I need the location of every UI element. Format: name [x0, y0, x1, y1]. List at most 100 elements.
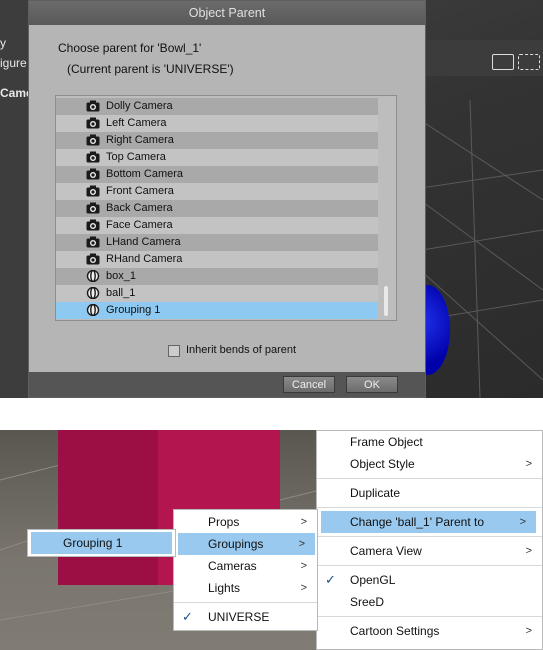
list-item-label: Back Camera: [106, 202, 173, 214]
prop-icon: [86, 269, 100, 283]
menu-item-label: Frame Object: [350, 435, 423, 449]
list-item[interactable]: RHand Camera: [56, 251, 378, 268]
cancel-button[interactable]: Cancel: [283, 376, 335, 393]
top-screenshot-panel: y igure Came Object Parent Choose parent…: [0, 0, 543, 398]
menu-item-label: Grouping 1: [63, 536, 123, 550]
current-parent-text: (Current parent is 'UNIVERSE'): [67, 62, 234, 76]
parent-submenu: Props > Groupings > Cameras > Lights > ✓ UNIV…: [173, 509, 318, 631]
menu-item-label: Camera View: [350, 544, 422, 558]
submenu-arrow-icon: >: [300, 516, 307, 528]
list-item-label: Right Camera: [106, 134, 174, 146]
list-item[interactable]: Dolly Camera: [56, 98, 378, 115]
menu-separator: [174, 602, 317, 603]
list-item-label: LHand Camera: [106, 236, 181, 248]
camera-icon: [86, 117, 100, 129]
dialog-title: Object Parent: [29, 1, 425, 25]
check-icon: ✓: [325, 572, 336, 587]
list-item[interactable]: ball_1: [56, 285, 378, 302]
submenu-arrow-icon: >: [519, 516, 526, 528]
list-item-label: box_1: [106, 270, 136, 282]
list-item[interactable]: Back Camera: [56, 200, 378, 217]
camera-icon: [86, 253, 100, 265]
viewport-toolbar: [422, 40, 543, 76]
list-item[interactable]: Top Camera: [56, 149, 378, 166]
list-item[interactable]: Grouping 1: [56, 302, 378, 319]
submenu-arrow-icon: >: [525, 458, 532, 470]
list-item[interactable]: Left Camera: [56, 115, 378, 132]
list-scrollbar[interactable]: [378, 96, 396, 320]
list-item-label: ball_1: [106, 287, 136, 299]
left-label-1: y: [0, 36, 6, 50]
menu-separator: [317, 616, 542, 617]
list-item[interactable]: Bottom Camera: [56, 166, 378, 183]
camera-icon: [86, 185, 100, 197]
list-item-label: RHand Camera: [106, 253, 183, 265]
menu-item-label: SreeD: [350, 595, 385, 609]
menu-item-label: Change 'ball_1' Parent to: [350, 515, 485, 529]
menu-separator: [317, 536, 542, 537]
list-item[interactable]: Front Camera: [56, 183, 378, 200]
list-item[interactable]: LHand Camera: [56, 234, 378, 251]
list-item[interactable]: Right Camera: [56, 132, 378, 149]
bottom-screenshot-panel: Frame Object Object Style > Duplicate Cha…: [0, 430, 543, 650]
list-item[interactable]: box_1: [56, 268, 378, 285]
camera-icon: [86, 151, 100, 163]
list-item-label: Dolly Camera: [106, 100, 173, 112]
submenu-arrow-icon: >: [525, 545, 532, 557]
camera-control-icon[interactable]: [492, 54, 514, 70]
menu-item-frame-object[interactable]: Frame Object: [317, 431, 542, 453]
menu-item-label: UNIVERSE: [208, 610, 270, 624]
menu-item-opengl[interactable]: ✓ OpenGL: [317, 569, 542, 591]
submenu-item-groupings[interactable]: Groupings >: [178, 533, 315, 555]
list-item-label: Grouping 1: [106, 304, 161, 316]
context-menu-main: Frame Object Object Style > Duplicate Cha…: [316, 430, 543, 650]
menu-item-label: Cameras: [208, 559, 257, 573]
menu-item-cartoon-settings[interactable]: Cartoon Settings >: [317, 620, 542, 642]
menu-item-object-style[interactable]: Object Style >: [317, 453, 542, 475]
submenu-item-grouping-1[interactable]: Grouping 1: [31, 532, 172, 554]
submenu-item-universe[interactable]: ✓ UNIVERSE: [174, 606, 317, 628]
menu-item-duplicate[interactable]: Duplicate: [317, 482, 542, 504]
submenu-item-lights[interactable]: Lights >: [174, 577, 317, 599]
submenu-item-cameras[interactable]: Cameras >: [174, 555, 317, 577]
prop-icon: [86, 286, 100, 300]
menu-item-camera-view[interactable]: Camera View >: [317, 540, 542, 562]
select-region-icon[interactable]: [518, 54, 540, 70]
list-item[interactable]: Face Camera: [56, 217, 378, 234]
scrollbar-thumb[interactable]: [384, 286, 388, 316]
list-item-label: Bottom Camera: [106, 168, 184, 180]
inherit-bends-checkbox[interactable]: [168, 345, 180, 357]
camera-icon: [86, 202, 100, 214]
groupings-submenu: Grouping 1: [27, 529, 176, 557]
menu-item-label: Cartoon Settings: [350, 624, 440, 638]
parent-list[interactable]: Dolly Camera Left Camera Right Camera Top C…: [55, 95, 397, 321]
list-item-label: Face Camera: [106, 219, 173, 231]
inherit-bends-label: Inherit bends of parent: [186, 344, 297, 356]
check-icon: ✓: [182, 609, 193, 624]
ok-button[interactable]: OK: [346, 376, 398, 393]
submenu-arrow-icon: >: [300, 582, 307, 594]
submenu-arrow-icon: >: [300, 560, 307, 572]
submenu-arrow-icon: >: [525, 625, 532, 637]
list-item-label: Top Camera: [106, 151, 166, 163]
menu-item-label: Lights: [208, 581, 241, 595]
camera-icon: [86, 219, 100, 231]
submenu-arrow-icon: >: [298, 538, 305, 550]
left-label-2: igure: [0, 56, 27, 70]
dialog-button-bar: Cancel OK: [29, 372, 425, 397]
dialog-prompt: Choose parent for 'Bowl_1': [58, 41, 202, 55]
menu-item-change-parent[interactable]: Change 'ball_1' Parent to >: [321, 511, 536, 533]
menu-item-label: Object Style: [350, 457, 415, 471]
menu-separator: [317, 478, 542, 479]
menu-item-label: Groupings: [208, 537, 264, 551]
menu-item-label: Duplicate: [350, 486, 401, 500]
submenu-item-props[interactable]: Props >: [174, 511, 317, 533]
menu-item-label: Props: [208, 515, 240, 529]
pink-box-shade: [58, 430, 158, 585]
camera-icon: [86, 134, 100, 146]
menu-separator: [317, 565, 542, 566]
list-item-label: Front Camera: [106, 185, 174, 197]
list-item-label: Left Camera: [106, 117, 167, 129]
menu-item-sreed[interactable]: SreeD: [317, 591, 542, 613]
prop-icon: [86, 303, 100, 317]
